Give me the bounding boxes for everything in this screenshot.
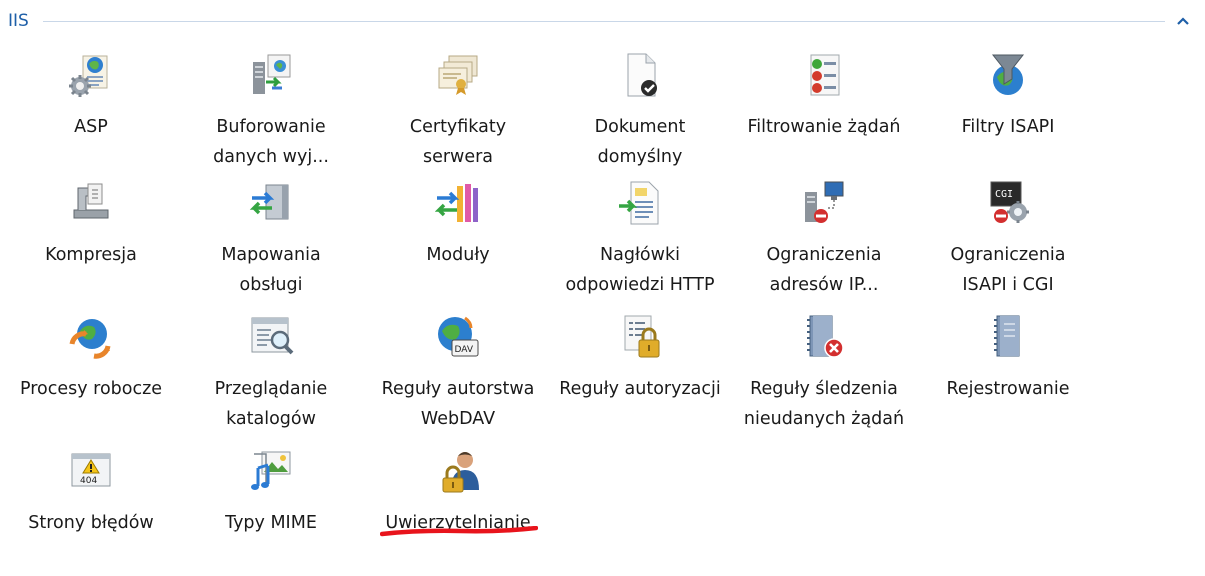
worker-processes-icon: [68, 314, 114, 360]
feature-server-certificates[interactable]: Certyfikaty serwera: [368, 52, 548, 180]
certificates-icon: [435, 52, 481, 98]
group-divider: [43, 21, 1165, 22]
feature-label: Strony błędów: [28, 513, 154, 533]
feature-default-document[interactable]: Dokument domyślny: [550, 52, 730, 180]
logging-notebook-icon: [985, 314, 1031, 360]
svg-text:DAV: DAV: [455, 345, 474, 355]
group-title: IIS: [8, 11, 29, 31]
feature-modules[interactable]: Moduły: [368, 180, 548, 308]
ip-restrictions-icon: [801, 180, 847, 226]
feature-label: Przeglądanie katalogów: [214, 379, 328, 429]
feature-authorization-rules[interactable]: Reguły autoryzacji: [550, 314, 730, 442]
feature-label: Typy MIME: [225, 513, 317, 533]
isapi-filters-icon: [985, 52, 1031, 98]
feature-failed-request-tracing[interactable]: Reguły śledzenia nieudanych żądań: [734, 314, 914, 442]
feature-compression[interactable]: Kompresja: [1, 180, 181, 308]
failed-request-tracing-icon: [801, 314, 847, 360]
mime-types-icon: [248, 448, 294, 494]
feature-mime-types[interactable]: Typy MIME: [181, 448, 361, 576]
feature-label: Ograniczenia adresów IP...: [766, 245, 882, 295]
feature-output-caching[interactable]: Buforowanie danych wyj...: [181, 52, 361, 180]
feature-ip-restrictions[interactable]: Ograniczenia adresów IP...: [734, 180, 914, 308]
feature-label: Rejestrowanie: [946, 379, 1070, 399]
feature-label: Reguły autoryzacji: [559, 379, 721, 399]
response-headers-icon: [617, 180, 663, 226]
feature-label: Kompresja: [45, 245, 137, 265]
feature-label: Moduły: [426, 245, 490, 265]
feature-label: Filtrowanie żądań: [747, 117, 901, 137]
feature-label: ASP: [74, 117, 108, 137]
collapse-group-button[interactable]: [1173, 12, 1193, 30]
directory-browsing-icon: [248, 314, 294, 360]
modules-icon: [435, 180, 481, 226]
error-pages-icon: 404: [68, 448, 114, 494]
output-caching-icon: [248, 52, 294, 98]
feature-handler-mappings[interactable]: Mapowania obsługi: [181, 180, 361, 308]
feature-label: Filtry ISAPI: [961, 117, 1055, 137]
feature-isapi-cgi-restrictions[interactable]: CGI Ograniczenia ISAPI i CGI: [918, 180, 1098, 308]
webdav-icon: DAV: [435, 314, 481, 360]
asp-icon: [68, 52, 114, 98]
feature-directory-browsing[interactable]: Przeglądanie katalogów: [181, 314, 361, 442]
authorization-lock-icon: [617, 314, 663, 360]
iis-group-header: IIS: [0, 0, 1205, 40]
request-filtering-icon: [801, 52, 847, 98]
feature-webdav-authoring-rules[interactable]: DAV Reguły autorstwa WebDAV: [368, 314, 548, 442]
feature-label: Procesy robocze: [19, 379, 163, 399]
svg-text:CGI: CGI: [995, 189, 1013, 200]
feature-asp[interactable]: ASP: [1, 52, 181, 180]
red-underline-annotation: [380, 526, 538, 537]
feature-label: Mapowania obsługi: [221, 245, 321, 295]
feature-error-pages[interactable]: 404 Strony błędów: [1, 448, 181, 576]
feature-worker-processes[interactable]: Procesy robocze: [1, 314, 181, 442]
feature-label: Certyfikaty serwera: [409, 117, 507, 167]
feature-label: Dokument domyślny: [594, 117, 686, 167]
feature-label: Reguły autorstwa WebDAV: [381, 379, 535, 429]
svg-text:404: 404: [80, 476, 97, 486]
compression-icon: [68, 180, 114, 226]
feature-logging[interactable]: Rejestrowanie: [918, 314, 1098, 442]
feature-label: Ograniczenia ISAPI i CGI: [950, 245, 1066, 295]
handler-mappings-icon: [248, 180, 294, 226]
authentication-icon: [435, 448, 481, 494]
chevron-up-icon: [1177, 17, 1189, 25]
feature-request-filtering[interactable]: Filtrowanie żądań: [734, 52, 914, 180]
feature-label: Reguły śledzenia nieudanych żądań: [743, 379, 905, 429]
feature-http-response-headers[interactable]: Nagłówki odpowiedzi HTTP: [550, 180, 730, 308]
feature-isapi-filters[interactable]: Filtry ISAPI: [918, 52, 1098, 180]
feature-label: Nagłówki odpowiedzi HTTP: [565, 245, 715, 295]
default-document-icon: [617, 52, 663, 98]
feature-label: Buforowanie danych wyj...: [213, 117, 329, 167]
isapi-cgi-icon: CGI: [985, 180, 1031, 226]
feature-authentication[interactable]: Uwierzytelnianie: [368, 448, 548, 576]
